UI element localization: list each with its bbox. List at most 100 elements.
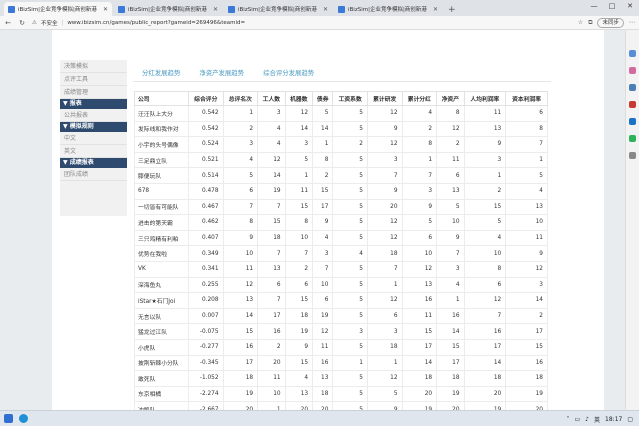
trend-tabs: 分红发展趋势 净资产发展趋势 综合评分发展趋势 [142, 68, 314, 77]
chevron-up-icon[interactable]: ˄ [567, 416, 570, 423]
table-cell: 15 [284, 292, 314, 309]
column-header[interactable]: 机器数 [284, 91, 314, 106]
sidebar-item-chinese[interactable]: 中文 [60, 132, 127, 145]
close-tab-icon[interactable]: ✕ [213, 6, 218, 13]
table-cell: 5 [284, 151, 314, 169]
browser-tab[interactable]: iBizSim|企业竞争模拟|商创新港 ✕ [4, 2, 112, 16]
close-tab-icon[interactable]: ✕ [433, 6, 438, 13]
table-cell: 7 [366, 260, 403, 278]
sidebar-item-public-report[interactable]: 公共报表 [60, 109, 127, 122]
table-cell: 13 [436, 182, 465, 200]
table-cell: 12 [366, 292, 403, 309]
table-cell: 2 [436, 136, 465, 153]
table-cell: 18 [312, 385, 334, 403]
spotify-icon[interactable] [629, 135, 636, 142]
url-field[interactable]: ⚠ 不安全 | www.ibizsim.cn/games/public_repo… [32, 19, 572, 27]
tab-dividend-trend[interactable]: 分红发展趋势 [142, 68, 180, 77]
column-header[interactable]: 净资产 [436, 91, 465, 106]
close-tab-icon[interactable]: ✕ [103, 6, 108, 13]
table-cell: -2.667 [188, 401, 224, 410]
company-name-cell: 猛龙过江队 [134, 323, 189, 340]
table-cell: 13 [505, 198, 548, 216]
sidebar-item-english[interactable]: 英文 [60, 145, 127, 158]
column-header[interactable]: 总评名次 [222, 91, 259, 106]
sidebar-header-score-reports[interactable]: ▼ 成绩报表 [60, 158, 127, 168]
column-header[interactable]: 工人数 [257, 91, 286, 106]
back-icon[interactable]: ← [4, 19, 12, 27]
edge-browser-icon[interactable] [19, 414, 28, 423]
table-cell: 9 [312, 214, 334, 231]
tab-score-trend[interactable]: 综合评分发展趋势 [263, 68, 314, 77]
table-cell: 20 [436, 401, 465, 410]
sidebar-header-rules[interactable]: ▼ 模拟规则 [60, 122, 127, 132]
table-cell: 1 [401, 151, 438, 169]
minimize-button[interactable]: — [585, 0, 603, 12]
tab-net-asset-trend[interactable]: 净资产发展趋势 [199, 68, 244, 77]
sidebar-header-reports[interactable]: ▼ 报表 [60, 99, 127, 109]
sidebar-item-review-tools[interactable]: 点评工具 [60, 73, 127, 86]
browser-tab[interactable]: iBizSim|企业竞争模拟|商创新港 ✕ [334, 2, 442, 16]
column-header[interactable]: 资本利润率 [505, 91, 548, 106]
table-cell: 3 [505, 276, 548, 294]
column-header[interactable]: 公司 [134, 91, 189, 106]
office-icon[interactable] [629, 101, 636, 108]
column-header[interactable]: 综合评分 [188, 91, 224, 106]
maximize-button[interactable]: □ [603, 0, 621, 12]
volume-icon[interactable]: ♪ [585, 416, 589, 423]
table-row: 优势在我啦 0.349 10 7 7 3 4 18 10 7 10 9 [134, 245, 548, 262]
table-cell: 17 [401, 338, 438, 356]
table-cell: 15 [222, 323, 259, 340]
table-cell: 2 [401, 120, 438, 138]
clock[interactable]: 18:17 [605, 416, 622, 423]
table-cell: 5 [332, 276, 368, 294]
profile-sync-button[interactable]: 未同步 [597, 17, 624, 28]
browser-tab[interactable]: iBizSim|企业竞争模拟|商创新港 ✕ [224, 2, 332, 16]
add-app-icon[interactable] [629, 152, 636, 159]
column-header[interactable]: 人均利润率 [463, 91, 507, 106]
url-text[interactable]: www.ibizsim.cn/games/public_report?gamei… [67, 20, 245, 26]
column-header[interactable]: 累计分红 [401, 91, 438, 106]
refresh-icon[interactable]: ↻ [18, 19, 26, 27]
sidebar-item-decision-sim[interactable]: 决策模拟 [60, 60, 127, 73]
table-cell: -0.277 [188, 338, 224, 356]
more-menu-icon[interactable]: ⋯ [629, 19, 635, 26]
close-tab-icon[interactable]: ✕ [323, 6, 328, 13]
start-menu-icon[interactable] [4, 414, 13, 423]
network-icon[interactable]: ▭ [575, 416, 581, 423]
table-cell: 1 [463, 167, 507, 184]
table-row: 披荆斩棘小分队 -0.345 17 20 15 16 1 1 14 17 14 16 [134, 354, 548, 372]
sidebar-item-team-score[interactable]: 团队成绩 [60, 168, 127, 181]
table-cell: 11 [436, 151, 465, 169]
column-header[interactable]: 债券 [312, 91, 334, 106]
close-window-button[interactable]: ✕ [621, 0, 639, 12]
sidebar-item-score-management[interactable]: 成绩管理 [60, 86, 127, 99]
favorite-star-icon[interactable]: ☆ [578, 19, 583, 26]
table-cell: 0.524 [188, 136, 224, 153]
search-icon[interactable] [629, 50, 636, 57]
table-cell: 16 [436, 307, 465, 325]
input-language[interactable]: 英 [594, 415, 600, 424]
table-cell: 6 [222, 182, 259, 200]
column-header[interactable]: 累计研发 [366, 91, 403, 106]
new-tab-button[interactable]: + [448, 5, 456, 15]
table-cell: 6 [436, 167, 465, 184]
table-cell: 2 [257, 338, 286, 356]
table-cell: 11 [284, 182, 314, 200]
column-header[interactable]: 工资系数 [332, 91, 368, 106]
table-cell: 9 [401, 198, 438, 216]
notification-icon[interactable]: ▢ [627, 416, 633, 423]
table-cell: 5 [332, 120, 368, 138]
shopping-icon[interactable] [629, 67, 636, 74]
table-cell: 17 [257, 307, 286, 325]
table-cell: 10 [312, 276, 334, 294]
table-cell: 13 [463, 120, 507, 138]
table-cell: 10 [222, 245, 259, 262]
tabs-divider [133, 81, 551, 82]
collections-icon[interactable]: ⧉ [588, 19, 592, 27]
tools-icon[interactable] [629, 84, 636, 91]
outlook-icon[interactable] [629, 118, 636, 125]
table-cell: 4 [463, 229, 507, 247]
table-cell: 19 [436, 385, 465, 403]
browser-tab[interactable]: iBizSim|企业竞争模拟|商创新港 ✕ [114, 2, 222, 16]
table-cell: 3 [436, 260, 465, 278]
